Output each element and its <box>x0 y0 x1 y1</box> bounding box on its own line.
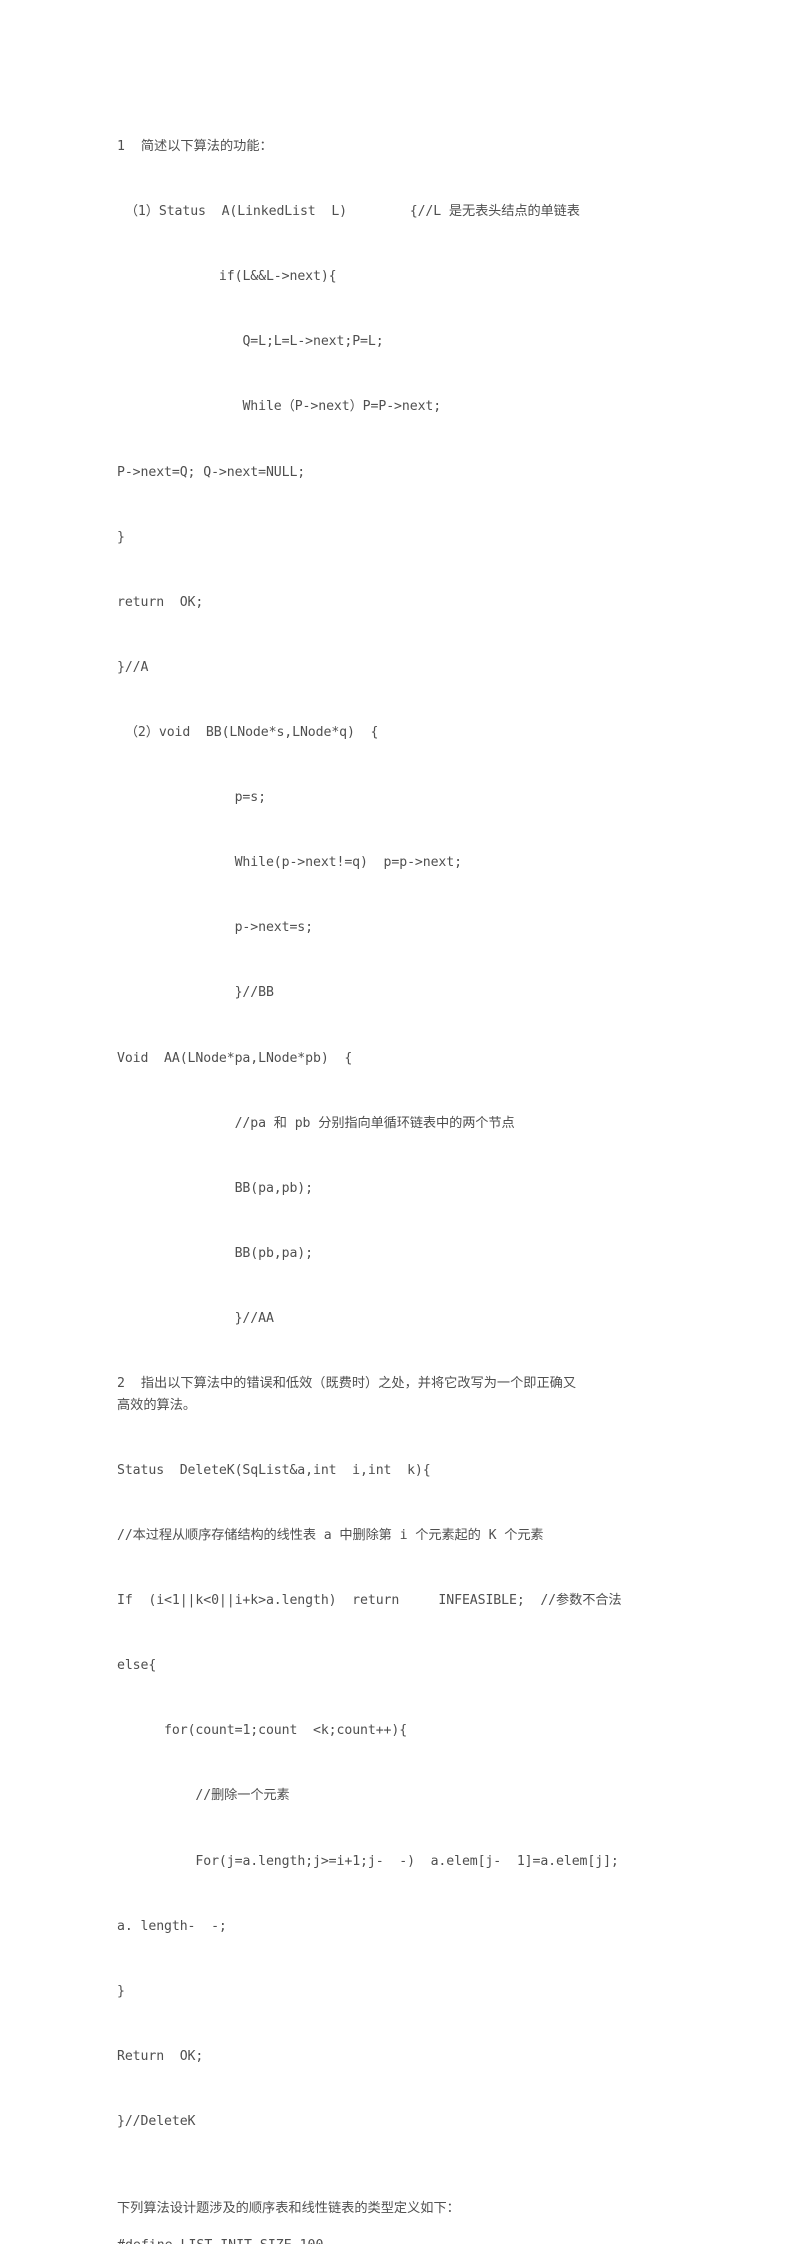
code-line: While（P->next）P=P->next; <box>117 399 442 415</box>
code-line: p=s; <box>117 790 266 806</box>
code-line: Status DeleteK(SqList&a,int i,int k){ <box>117 1462 431 1478</box>
code-line: }//BB <box>117 985 274 1001</box>
question-1-code-block: （1）Status A(LinkedList L) {//L 是无表头结点的单链… <box>117 158 683 1373</box>
code-line: } <box>117 1983 125 1999</box>
code-line: else{ <box>117 1658 157 1674</box>
type-definitions-block: 下列算法设计题涉及的顺序表和线性链表的类型定义如下： #define LIST_… <box>117 2190 683 2244</box>
code-line: Void AA(LNode*pa,LNode*pb) { <box>117 1050 353 1066</box>
code-line: }//A <box>117 659 149 675</box>
code-line: }//AA <box>117 1310 274 1326</box>
define-line: #define LIST_INIT_SIZE 100 <box>117 2227 683 2244</box>
code-line: Q=L;L=L->next;P=L; <box>117 334 384 350</box>
code-line: //pa 和 pb 分别指向单循环链表中的两个节点 <box>117 1115 515 1131</box>
code-line: Return OK; <box>117 2048 204 2064</box>
question-2-heading-line-1: 2 指出以下算法中的错误和低效（既费时）之处，并将它改写为一个即正确又 <box>117 1376 577 1392</box>
code-line: //删除一个元素 <box>117 1788 290 1804</box>
code-line: For(j=a.length;j>=i+1;j- -) a.elem[j- 1]… <box>117 1853 619 1869</box>
code-line: return OK; <box>117 594 204 610</box>
code-line: While(p->next!=q) p=p->next; <box>117 855 462 871</box>
code-line: P->next=Q; Q->next=NULL; <box>117 464 306 480</box>
question-1-heading: 1 简述以下算法的功能： <box>117 139 273 154</box>
code-line: BB(pa,pb); <box>117 1180 314 1196</box>
question-2-code-block: Status DeleteK(SqList&a,int i,int k){ //… <box>117 1416 683 2176</box>
code-line: BB(pb,pa); <box>117 1245 314 1261</box>
code-line: }//DeleteK <box>117 2113 196 2129</box>
code-line: if(L&&L->next){ <box>117 269 337 285</box>
code-line: If (i<1||k<0||i+k>a.length) return INFEA… <box>117 1593 622 1609</box>
code-line: for(count=1;count <k;count++){ <box>117 1723 408 1739</box>
question-2-heading-line-2: 高效的算法。 <box>117 1397 197 1413</box>
definitions-intro: 下列算法设计题涉及的顺序表和线性链表的类型定义如下： <box>117 2201 460 2217</box>
code-line: //本过程从顺序存储结构的线性表 a 中删除第 i 个元素起的 K 个元素 <box>117 1528 544 1543</box>
code-line: a. length- -; <box>117 1918 227 1934</box>
code-line: （2）void BB(LNode*s,LNode*q) { <box>117 724 379 740</box>
code-line: } <box>117 529 125 545</box>
document-page: 1 简述以下算法的功能： （1）Status A(LinkedList L) {… <box>0 0 793 2244</box>
document-content: 1 简述以下算法的功能： （1）Status A(LinkedList L) {… <box>117 136 683 2244</box>
code-line: （1）Status A(LinkedList L) {//L 是无表头结点的单链… <box>117 204 580 220</box>
code-line: p->next=s; <box>117 920 314 936</box>
